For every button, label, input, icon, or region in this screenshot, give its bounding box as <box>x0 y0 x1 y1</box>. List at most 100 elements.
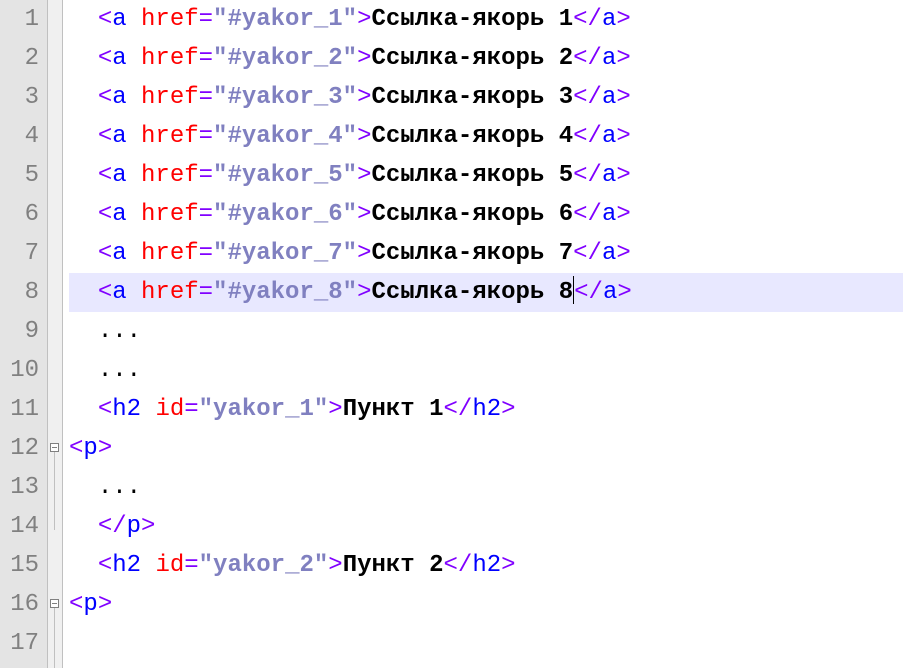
token-pun: </ <box>573 123 602 150</box>
token-tag: a <box>602 240 616 267</box>
line-number: 8 <box>0 273 41 312</box>
token-pun: > <box>98 591 112 618</box>
token-tag: a <box>602 201 616 228</box>
code-line[interactable]: <h2 id="yakor_1">Пункт 1</h2> <box>69 390 903 429</box>
line-number: 10 <box>0 351 41 390</box>
fold-guide-line <box>54 608 55 668</box>
token-txt: Пункт 1 <box>343 396 444 423</box>
token-pun: = <box>199 201 213 228</box>
token-pun: > <box>357 162 371 189</box>
token-plain: ... <box>98 318 141 345</box>
token-tag: a <box>602 6 616 33</box>
token-pun: = <box>199 240 213 267</box>
code-line[interactable]: <a href="#yakor_6">Ссылка-якорь 6</a> <box>69 195 903 234</box>
token-txt: Ссылка-якорь 8 <box>371 279 573 306</box>
token-pun: < <box>98 162 112 189</box>
code-line[interactable]: <h2 id="yakor_2">Пункт 2</h2> <box>69 546 903 585</box>
line-number: 16 <box>0 585 41 624</box>
token-tag: a <box>112 6 126 33</box>
code-line[interactable]: <a href="#yakor_4">Ссылка-якорь 4</a> <box>69 117 903 156</box>
code-line[interactable]: <a href="#yakor_1">Ссылка-якорь 1</a> <box>69 0 903 39</box>
token-pun: < <box>98 552 112 579</box>
code-line[interactable]: ... <box>69 468 903 507</box>
token-pun: = <box>199 6 213 33</box>
token-tag: a <box>112 162 126 189</box>
token-str: "#yakor_8" <box>213 279 357 306</box>
token-pun: > <box>616 84 630 111</box>
token-str: "#yakor_7" <box>213 240 357 267</box>
token-tag: a <box>602 162 616 189</box>
code-line[interactable] <box>69 624 903 663</box>
code-line[interactable]: <p> <box>69 429 903 468</box>
token-pun: > <box>616 162 630 189</box>
token-pun: < <box>98 45 112 72</box>
token-plain <box>127 162 141 189</box>
token-pun: > <box>501 396 515 423</box>
token-pun: </ <box>573 201 602 228</box>
token-attr: id <box>155 552 184 579</box>
token-tag: a <box>112 45 126 72</box>
token-pun: </ <box>574 279 603 306</box>
token-plain: ... <box>98 357 141 384</box>
token-tag: a <box>112 123 126 150</box>
line-number: 15 <box>0 546 41 585</box>
code-line[interactable]: ... <box>69 351 903 390</box>
token-str: "#yakor_4" <box>213 123 357 150</box>
token-attr: href <box>141 279 199 306</box>
token-pun: > <box>357 84 371 111</box>
token-txt: Ссылка-якорь 3 <box>371 84 573 111</box>
token-tag: a <box>112 279 126 306</box>
token-plain <box>127 240 141 267</box>
line-number: 5 <box>0 156 41 195</box>
token-pun: > <box>616 201 630 228</box>
code-line[interactable]: ... <box>69 312 903 351</box>
token-plain <box>127 123 141 150</box>
token-plain: ... <box>98 474 141 501</box>
fold-toggle-icon[interactable] <box>50 599 59 608</box>
fold-toggle-icon[interactable] <box>50 443 59 452</box>
fold-column[interactable] <box>48 0 63 668</box>
token-attr: href <box>141 162 199 189</box>
code-line[interactable]: </p> <box>69 507 903 546</box>
token-attr: href <box>141 201 199 228</box>
token-txt: Ссылка-якорь 7 <box>371 240 573 267</box>
token-str: "#yakor_1" <box>213 6 357 33</box>
token-pun: = <box>199 123 213 150</box>
token-attr: id <box>155 396 184 423</box>
line-number: 4 <box>0 117 41 156</box>
line-number: 9 <box>0 312 41 351</box>
token-pun: </ <box>444 396 473 423</box>
token-tag: h2 <box>112 396 141 423</box>
line-number: 11 <box>0 390 41 429</box>
token-txt: Ссылка-якорь 4 <box>371 123 573 150</box>
token-attr: href <box>141 6 199 33</box>
token-tag: a <box>602 45 616 72</box>
token-pun: > <box>616 123 630 150</box>
code-line[interactable]: <a href="#yakor_7">Ссылка-якорь 7</a> <box>69 234 903 273</box>
token-pun: </ <box>573 6 602 33</box>
token-txt: Ссылка-якорь 5 <box>371 162 573 189</box>
token-attr: href <box>141 240 199 267</box>
token-plain <box>127 45 141 72</box>
code-line[interactable]: <a href="#yakor_5">Ссылка-якорь 5</a> <box>69 156 903 195</box>
code-line[interactable]: <a href="#yakor_8">Ссылка-якорь 8</a> <box>69 273 903 312</box>
code-line[interactable]: <p> <box>69 585 903 624</box>
code-line[interactable]: <a href="#yakor_2">Ссылка-якорь 2</a> <box>69 39 903 78</box>
token-pun: > <box>616 240 630 267</box>
token-tag: a <box>602 123 616 150</box>
code-area[interactable]: <a href="#yakor_1">Ссылка-якорь 1</a> <a… <box>63 0 903 668</box>
code-editor[interactable]: 1234567891011121314151617 <a href="#yako… <box>0 0 903 668</box>
token-txt: Ссылка-якорь 6 <box>371 201 573 228</box>
code-line[interactable]: <a href="#yakor_3">Ссылка-якорь 3</a> <box>69 78 903 117</box>
token-pun: < <box>98 84 112 111</box>
line-number: 14 <box>0 507 41 546</box>
token-pun: < <box>69 591 83 618</box>
token-pun: > <box>616 45 630 72</box>
token-plain <box>141 552 155 579</box>
token-tag: a <box>602 84 616 111</box>
line-number: 17 <box>0 624 41 663</box>
token-pun: = <box>199 84 213 111</box>
token-tag: h2 <box>112 552 141 579</box>
token-pun: > <box>328 396 342 423</box>
token-pun: = <box>199 279 213 306</box>
